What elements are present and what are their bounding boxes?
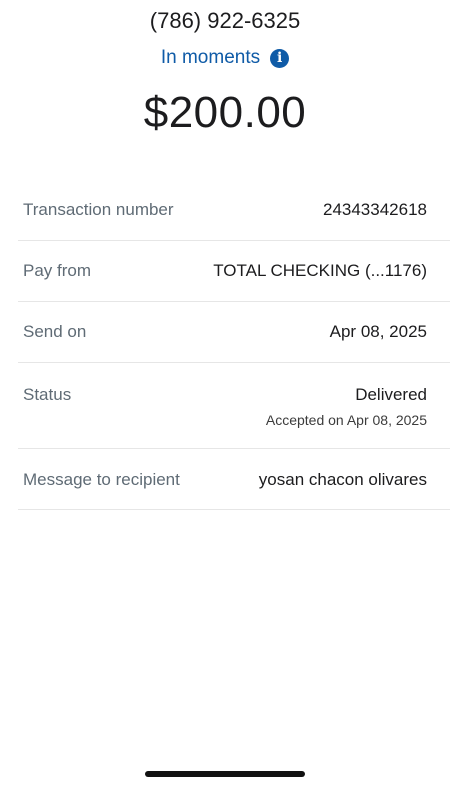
pay-from-row: Pay from TOTAL CHECKING (...1176) — [18, 241, 450, 302]
status-detail: Accepted on Apr 08, 2025 — [265, 412, 427, 428]
transaction-details: Transaction number 24343342618 Pay from … — [18, 180, 450, 510]
message-value: yosan chacon olivares — [258, 470, 427, 489]
send-on-row: Send on Apr 08, 2025 — [18, 302, 450, 363]
transaction-number-row: Transaction number 24343342618 — [18, 180, 450, 241]
pay-from-label: Pay from — [23, 261, 92, 280]
info-icon[interactable]: i — [270, 48, 290, 68]
send-on-value: Apr 08, 2025 — [329, 322, 427, 341]
delivery-timing-label: In moments — [160, 47, 261, 68]
status-label: Status — [23, 385, 72, 404]
status-value: Delivered — [355, 385, 427, 404]
message-label: Message to recipient — [23, 470, 180, 489]
status-value-group: Delivered Accepted on Apr 08, 2025 — [266, 385, 427, 428]
home-indicator[interactable] — [145, 771, 305, 777]
status-row: Status Delivered Accepted on Apr 08, 202… — [18, 363, 450, 449]
transaction-number-value: 24343342618 — [322, 200, 427, 219]
pay-from-value: TOTAL CHECKING (...1176) — [213, 261, 427, 280]
payment-amount: $200.00 — [143, 88, 307, 137]
delivery-timing: In moments i — [0, 47, 450, 69]
transaction-number-label: Transaction number — [23, 200, 174, 219]
message-row: Message to recipient yosan chacon olivar… — [18, 449, 450, 510]
recipient-phone: (786) 922-6325 — [149, 8, 301, 33]
send-on-label: Send on — [23, 322, 87, 341]
